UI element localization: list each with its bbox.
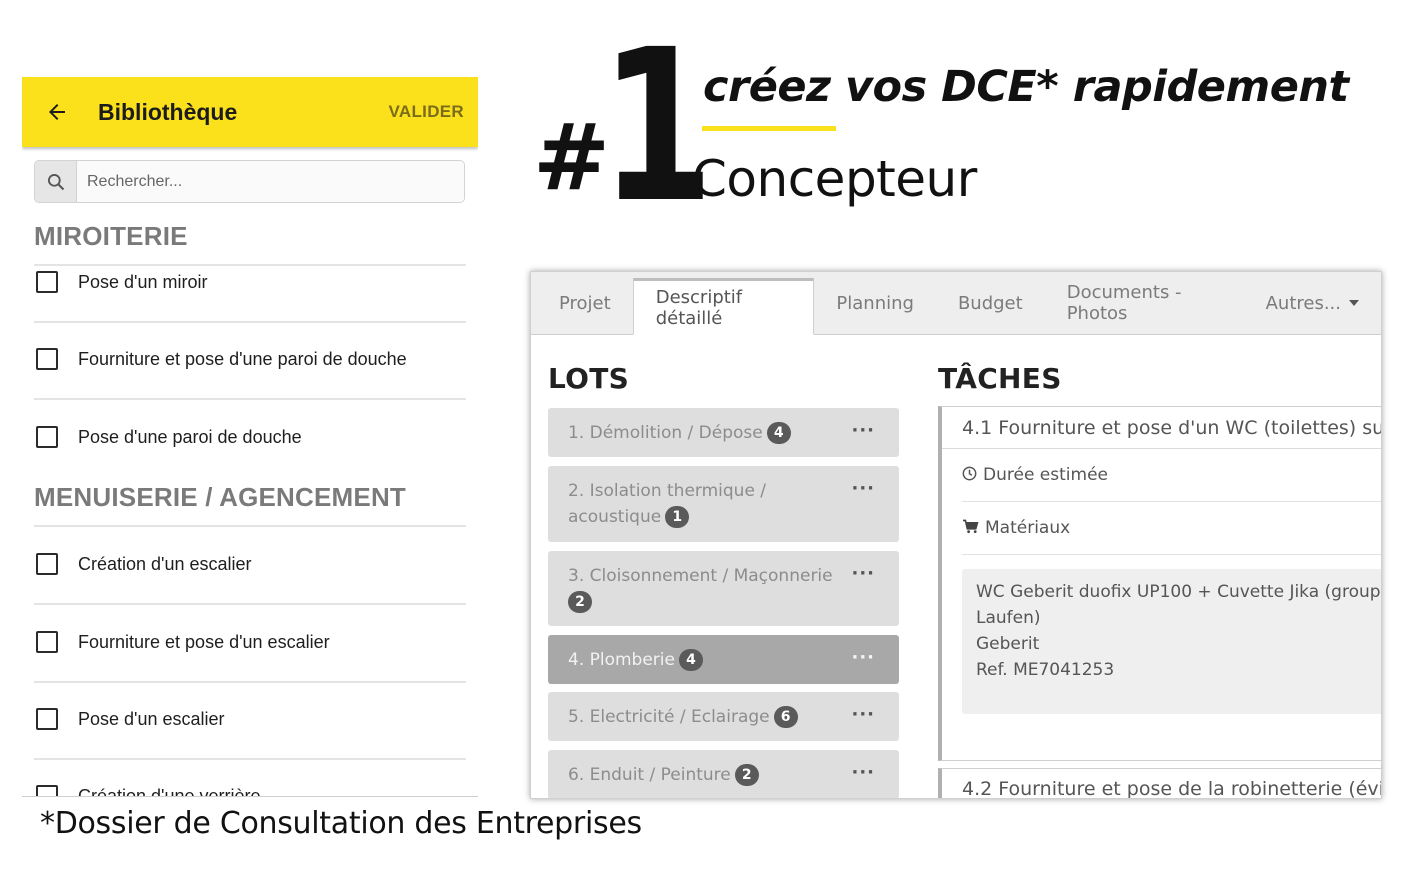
taches-title: TÂCHES [938, 362, 1062, 395]
mobile-library-panel: Bibliothèque VALIDER MIROITERIE Pose d'u… [22, 77, 478, 797]
duration-label: Durée estimée [983, 465, 1108, 485]
more-options-icon[interactable]: ··· [851, 476, 875, 502]
search-input[interactable] [77, 161, 464, 202]
materials-label: Matériaux [985, 518, 1071, 538]
more-options-icon[interactable]: ··· [851, 561, 875, 587]
divider [34, 321, 466, 323]
list-item-label: Pose d'un miroir [78, 271, 208, 292]
checkbox[interactable] [36, 553, 58, 575]
lot-count-badge: 6 [773, 706, 798, 728]
lot-count-badge: 2 [568, 591, 592, 613]
lot-item-selected[interactable]: 4. Plomberie 4 ··· [548, 635, 899, 684]
lot-label: 5. Electricité / Eclairage [568, 707, 770, 727]
tagline-underline [702, 126, 836, 131]
search-icon [35, 161, 77, 202]
tab-documents-photos[interactable]: Documents - Photos [1045, 272, 1244, 334]
more-options-icon[interactable]: ··· [851, 645, 875, 671]
task-card: 4.1 Fourniture et pose d'un WC (toilette… [938, 406, 1382, 761]
list-item[interactable]: Création d'un escalier [36, 553, 252, 575]
material-card[interactable]: WC Geberit duofix UP100 + Cuvette Jika (… [962, 569, 1382, 714]
more-options-icon[interactable]: ··· [851, 702, 875, 728]
desktop-app-panel: Projet Descriptif détaillé Planning Budg… [530, 271, 1382, 799]
lot-label: 2. Isolation thermique / [568, 481, 767, 501]
list-item-label: Fourniture et pose d'un escalier [78, 631, 330, 652]
tagline: créez vos DCE* rapidement [703, 62, 1349, 112]
lot-label: 4. Plomberie [568, 650, 675, 670]
tab-planning[interactable]: Planning [814, 272, 936, 334]
lot-count-badge: 4 [678, 649, 703, 671]
lot-item[interactable]: 3. Cloisonnement / Maçonnerie 2 ··· [548, 551, 899, 626]
divider [34, 398, 466, 400]
tab-descriptif-detaille[interactable]: Descriptif détaillé [632, 278, 815, 335]
duration-row[interactable]: Durée estimée [962, 449, 1381, 502]
checkbox[interactable] [36, 708, 58, 730]
list-item[interactable]: Création d'une verrière [36, 785, 261, 797]
list-item-label: Pose d'un escalier [78, 708, 225, 729]
task-title[interactable]: 4.1 Fourniture et pose d'un WC (toilette… [942, 407, 1381, 449]
divider [34, 525, 466, 527]
divider [34, 603, 466, 605]
tab-autres-label: Autres... [1265, 292, 1341, 314]
list-item[interactable]: Fourniture et pose d'un escalier [36, 631, 330, 653]
divider [34, 264, 466, 266]
tab-autres[interactable]: Autres... [1244, 272, 1381, 334]
materials-row[interactable]: Matériaux [962, 502, 1381, 555]
more-options-icon[interactable]: ··· [851, 760, 875, 786]
validate-button[interactable]: VALIDER [389, 102, 478, 122]
lot-item[interactable]: 1. Démolition / Dépose 4 ··· [548, 408, 899, 457]
material-name: WC Geberit duofix UP100 + Cuvette Jika (… [976, 582, 1382, 602]
lot-item[interactable]: 6. Enduit / Peinture 2 ··· [548, 750, 899, 798]
lot-count-badge: 1 [665, 506, 690, 528]
divider [34, 758, 466, 760]
cart-icon [962, 519, 979, 538]
section-title-miroiterie: MIROITERIE [34, 221, 188, 251]
list-item-label: Pose d'une paroi de douche [78, 426, 302, 447]
section-title-menuiserie: MENUISERIE / AGENCEMENT [34, 482, 407, 512]
app-bar: Bibliothèque VALIDER [22, 77, 478, 147]
lot-count-badge: 4 [766, 422, 791, 444]
checkbox[interactable] [36, 785, 58, 796]
checkbox[interactable] [36, 348, 58, 370]
lots-title: LOTS [548, 362, 630, 395]
search-bar [34, 160, 465, 203]
lot-label: 3. Cloisonnement / Maçonnerie [568, 566, 833, 586]
material-brand: Geberit [976, 634, 1040, 654]
task-card: 4.2 Fourniture et pose de la robinetteri… [938, 768, 1381, 798]
checkbox[interactable] [36, 631, 58, 653]
app-bar-title: Bibliothèque [98, 98, 238, 125]
list-item-label: Création d'un escalier [78, 553, 252, 574]
caret-down-icon [1349, 300, 1359, 306]
divider [34, 681, 466, 683]
list-item-label: Création d'une verrière [78, 785, 261, 797]
lot-count-badge: 2 [734, 764, 759, 786]
material-name: Laufen) [976, 608, 1041, 628]
list-item[interactable]: Pose d'un miroir [36, 271, 208, 293]
lot-label: acoustique [568, 507, 662, 527]
lot-item[interactable]: 5. Electricité / Eclairage 6 ··· [548, 692, 899, 741]
subtitle: Concepteur [692, 150, 977, 208]
checkbox[interactable] [36, 271, 58, 293]
list-item[interactable]: Pose d'une paroi de douche [36, 426, 302, 448]
tab-budget[interactable]: Budget [936, 272, 1045, 334]
lot-label: 6. Enduit / Peinture [568, 765, 731, 785]
back-arrow-icon[interactable] [22, 77, 92, 147]
task-title[interactable]: 4.2 Fourniture et pose de la robinetteri… [942, 769, 1381, 798]
lot-label: 1. Démolition / Dépose [568, 423, 763, 443]
list-item[interactable]: Fourniture et pose d'une paroi de douche [36, 348, 407, 370]
footnote: *Dossier de Consultation des Entreprises [40, 806, 642, 841]
material-ref: Ref. ME7041253 [976, 660, 1115, 680]
tab-projet[interactable]: Projet [537, 272, 633, 334]
checkbox[interactable] [36, 426, 58, 448]
more-options-icon[interactable]: ··· [851, 418, 875, 444]
list-item-label: Fourniture et pose d'une paroi de douche [78, 348, 407, 369]
tab-bar: Projet Descriptif détaillé Planning Budg… [531, 272, 1381, 335]
clock-icon [962, 466, 977, 485]
hash-symbol: # [533, 104, 611, 211]
lot-item[interactable]: 2. Isolation thermique / acoustique 1 ··· [548, 466, 899, 542]
list-item[interactable]: Pose d'un escalier [36, 708, 225, 730]
